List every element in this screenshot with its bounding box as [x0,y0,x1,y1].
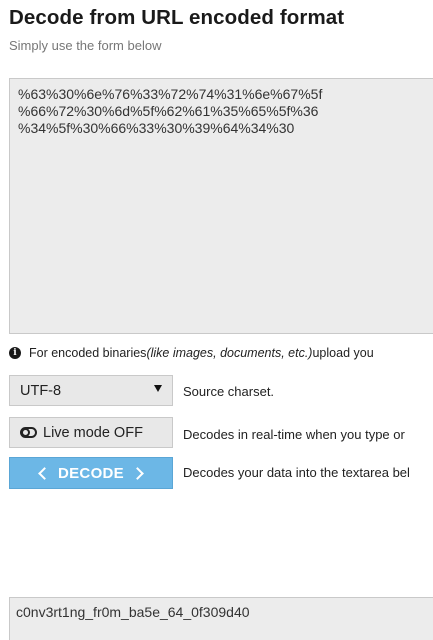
chevron-left-icon [38,466,51,480]
decoded-output-textarea[interactable]: c0nv3rt1ng_fr0m_ba5e_64_0f309d40 [9,597,433,640]
decode-button-label: DECODE [58,464,124,482]
decode-button[interactable]: DECODE [9,457,173,489]
page-subtitle: Simply use the form below [9,38,162,53]
dropdown-caret-icon [154,385,162,392]
charset-label: Source charset. [183,384,275,399]
hint-text-before: For encoded binaries [29,346,147,360]
live-mode-description: Decodes in real-time when you type or [183,427,405,442]
chevron-right-icon [131,466,144,480]
live-mode-toggle-button[interactable]: Live mode OFF [9,417,173,448]
toggle-icon [20,427,37,438]
decode-description: Decodes your data into the textarea bel [183,465,410,480]
hint-text-after: upload you [312,346,374,360]
charset-selected-value: UTF-8 [20,382,62,399]
charset-select[interactable]: UTF-8 [9,375,173,406]
hint-text-italic: (like images, documents, etc.) [146,346,313,360]
decode-page: Decode from URL encoded format Simply us… [0,0,433,640]
live-mode-label: Live mode OFF [43,424,143,441]
page-title: Decode from URL encoded format [9,6,345,29]
info-icon: i [9,347,21,359]
encoded-input-textarea[interactable]: %63%30%6e%76%33%72%74%31%6e%67%5f %66%72… [9,78,433,334]
binary-upload-hint: i For encoded binaries (like images, doc… [9,346,374,360]
